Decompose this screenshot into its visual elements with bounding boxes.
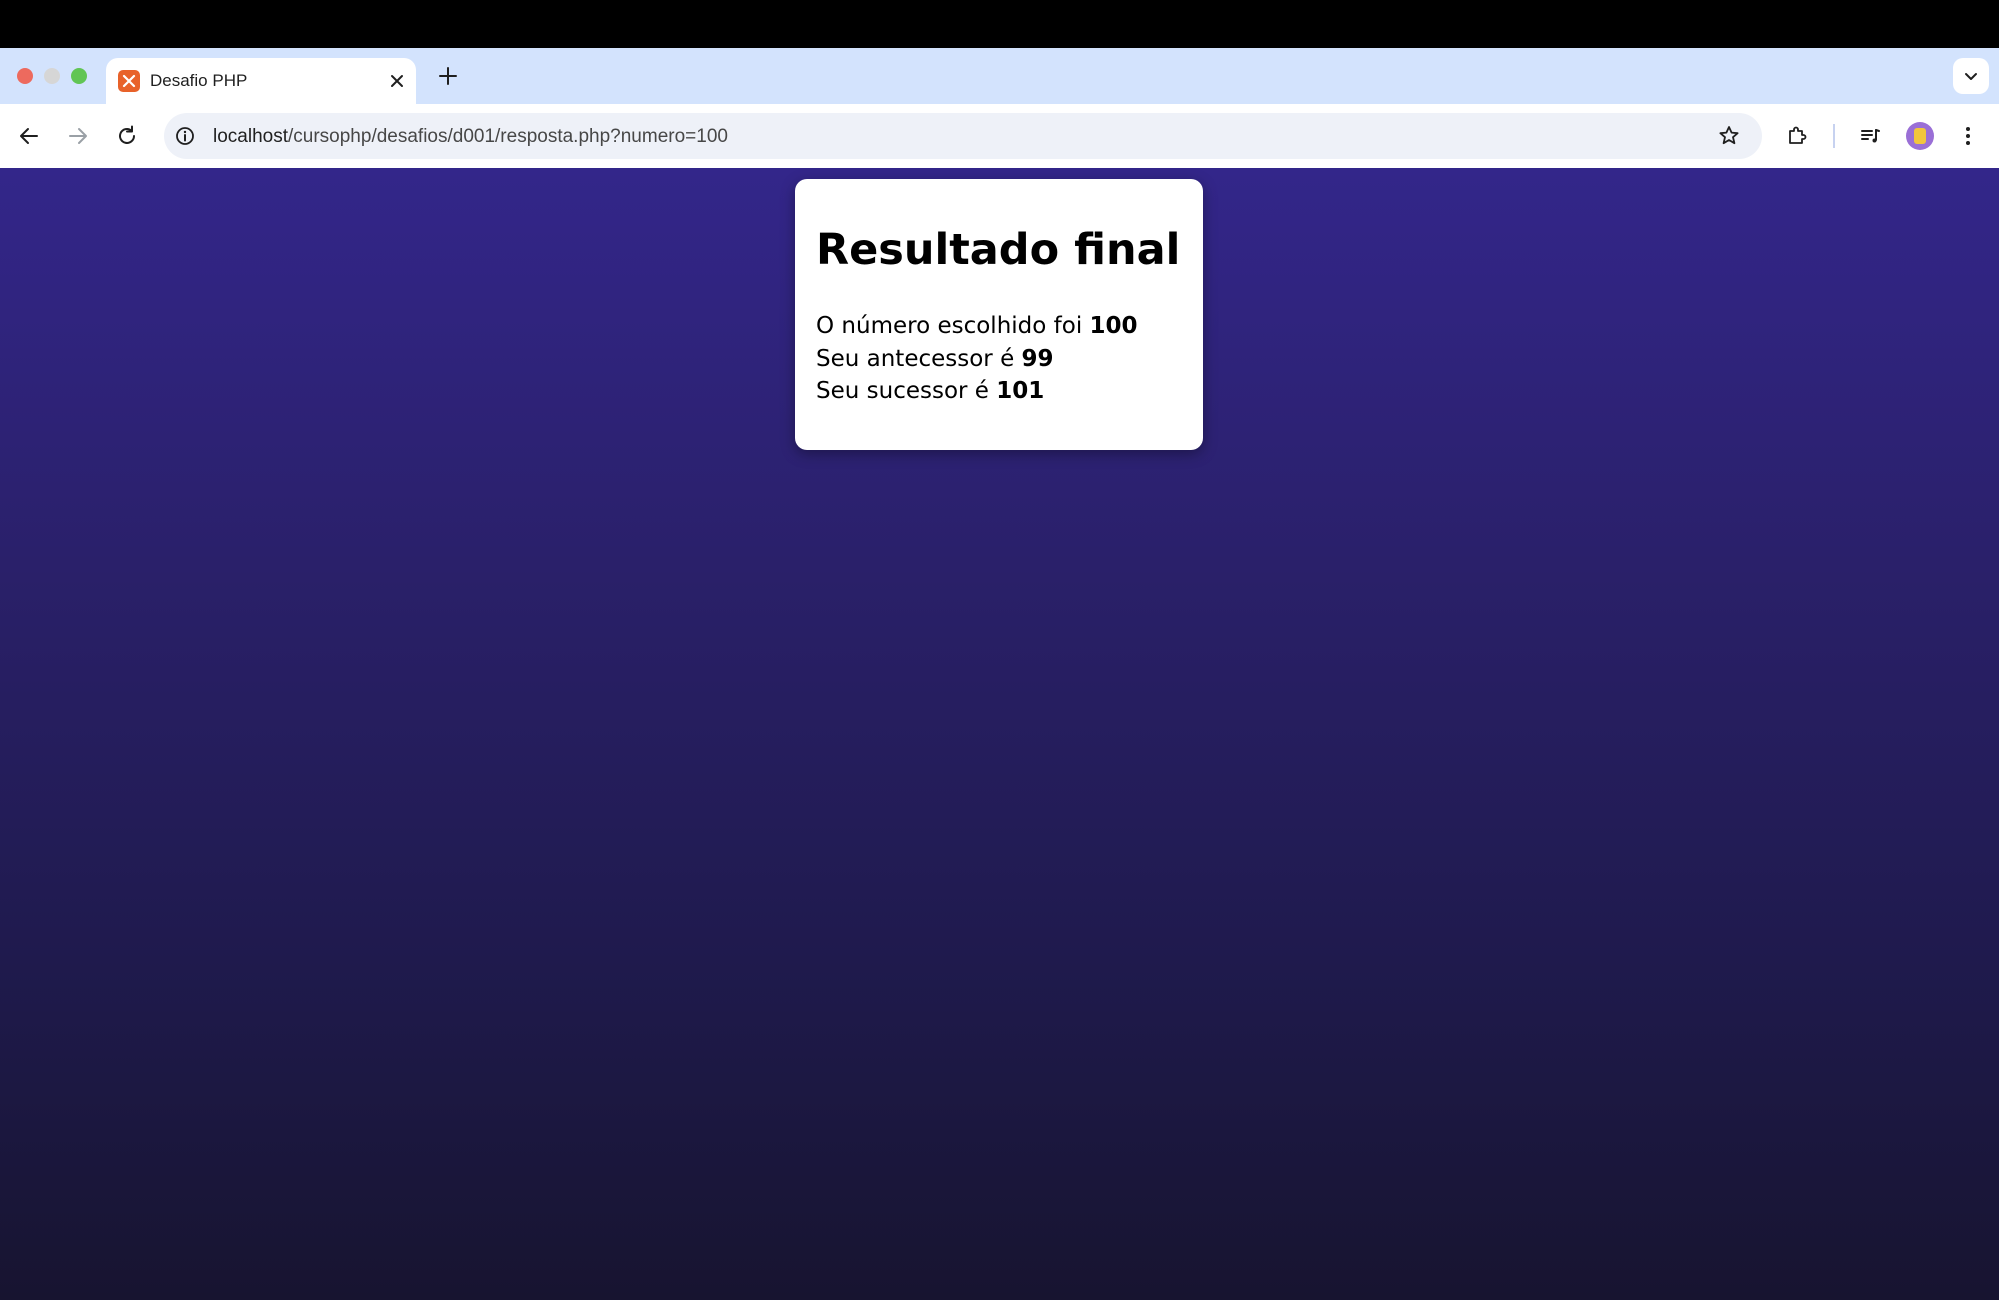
browser-window: Desafio PHP localhost/cursophp/desafios/… <box>0 48 1999 1300</box>
minimize-window-button[interactable] <box>44 68 60 84</box>
close-tab-icon[interactable] <box>386 70 408 92</box>
profile-avatar[interactable] <box>1906 122 1934 150</box>
close-window-button[interactable] <box>17 68 33 84</box>
new-tab-plus-icon[interactable] <box>437 65 459 87</box>
chosen-number-value: 100 <box>1089 313 1138 339</box>
bookmark-star-icon[interactable] <box>1717 124 1741 148</box>
predecessor-value: 99 <box>1021 345 1054 372</box>
reload-icon[interactable] <box>112 121 142 151</box>
site-info-icon[interactable] <box>174 125 196 147</box>
forward-arrow-icon[interactable] <box>63 121 93 151</box>
successor-value: 101 <box>996 378 1045 404</box>
media-controls-icon[interactable] <box>1856 121 1886 151</box>
toolbar-divider <box>1833 124 1835 148</box>
avatar-image <box>1914 128 1926 144</box>
chosen-number-label: O número escolhido foi <box>816 313 1090 339</box>
screen-top-bezel <box>0 0 1999 48</box>
page-title: Resultado final <box>816 225 1181 275</box>
url-host: localhost <box>213 126 288 147</box>
predecessor-label: Seu antecessor é <box>816 345 1022 372</box>
url-path: /cursophp/desafios/d001/resposta.php?num… <box>288 126 728 147</box>
xampp-favicon-icon <box>118 70 140 92</box>
maximize-window-button[interactable] <box>71 68 87 84</box>
result-lines: O número escolhido foi 100 Seu antecesso… <box>816 310 1138 408</box>
tab-desafio-php[interactable]: Desafio PHP <box>106 58 416 104</box>
chosen-number-line: O número escolhido foi 100 <box>816 310 1138 343</box>
url-text: localhost/cursophp/desafios/d001/respost… <box>213 126 728 148</box>
tab-strip: Desafio PHP <box>0 48 1999 104</box>
predecessor-line: Seu antecessor é 99 <box>816 343 1138 376</box>
extensions-puzzle-icon[interactable] <box>1782 121 1812 151</box>
result-card: Resultado final O número escolhido foi 1… <box>795 179 1203 450</box>
successor-label: Seu sucessor é <box>816 378 997 404</box>
tab-search-chevron-down-icon[interactable] <box>1953 58 1989 94</box>
browser-toolbar: localhost/cursophp/desafios/d001/respost… <box>0 104 1999 168</box>
successor-line: Seu sucessor é 101 <box>816 375 1138 408</box>
page-viewport: Resultado final O número escolhido foi 1… <box>0 168 1999 1300</box>
more-menu-kebab-icon[interactable] <box>1953 121 1983 151</box>
address-bar[interactable]: localhost/cursophp/desafios/d001/respost… <box>164 113 1762 159</box>
back-arrow-icon[interactable] <box>14 121 44 151</box>
tab-title: Desafio PHP <box>150 71 248 90</box>
